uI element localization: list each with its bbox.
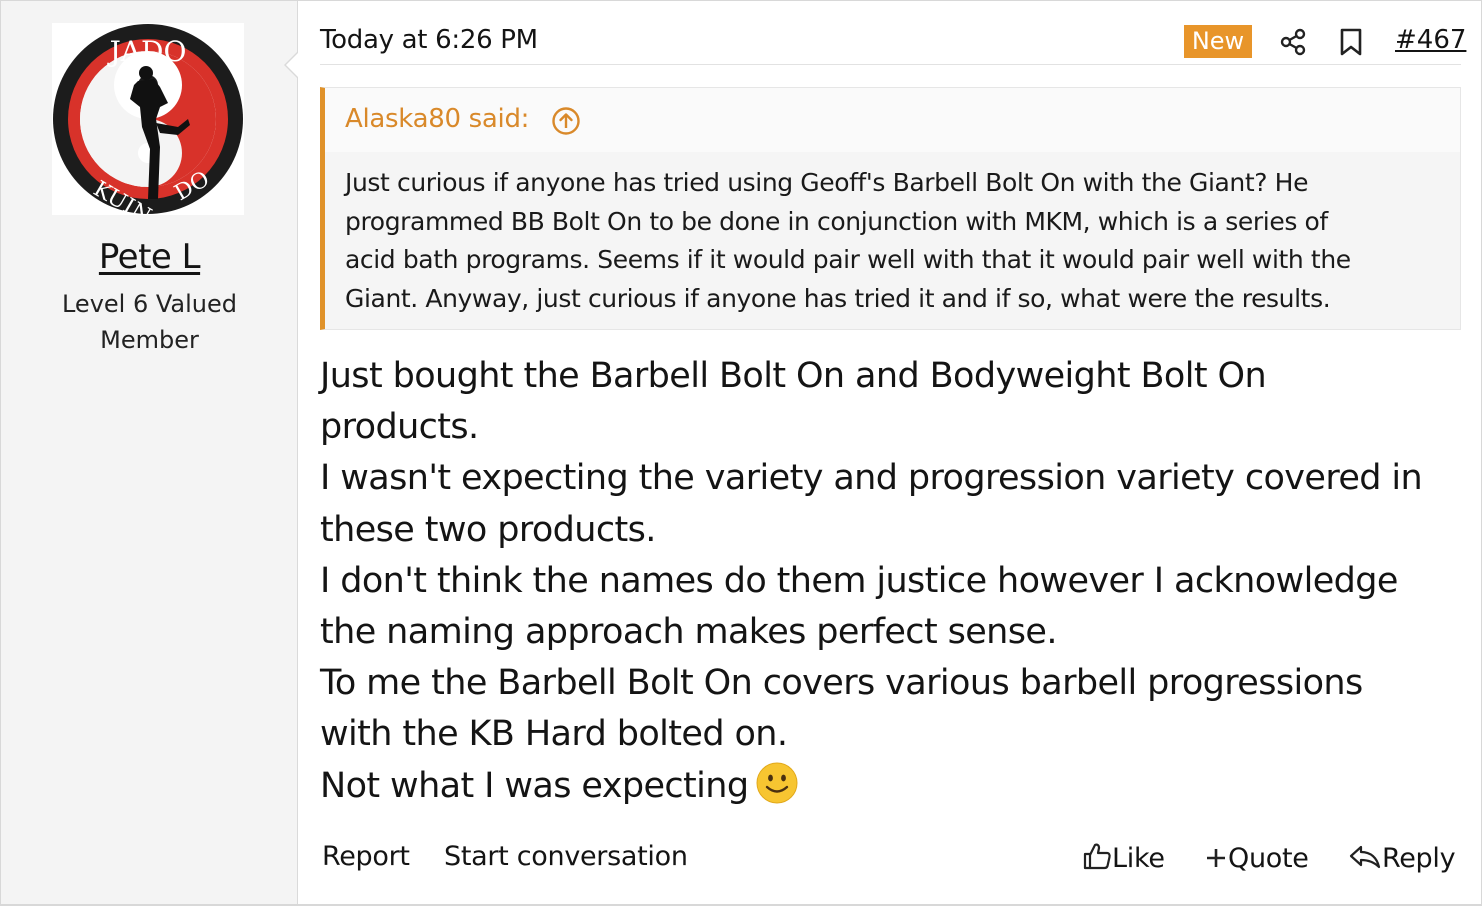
quote-block: Alaska80 said: Just curious if anyone ha… [320, 87, 1461, 330]
user-title: Level 6 Valued Member [41, 286, 258, 358]
message-last-line: Not what I was expecting [320, 761, 1470, 812]
smile-emoji-icon [756, 762, 798, 804]
message-line: the naming approach makes perfect sense. [320, 612, 1057, 653]
like-button[interactable]: Like [1082, 841, 1165, 874]
quote-line: Just curious if anyone has tried using G… [345, 168, 1309, 197]
quote-line: programmed BB Bolt On to be done in conj… [345, 206, 1328, 236]
quote-body: Just curious if anyone has tried using G… [345, 164, 1445, 318]
message-body: Just bought the Barbell Bolt On and Body… [320, 351, 1470, 812]
user-title-line-1: Level 6 Valued [61, 290, 238, 318]
avatar[interactable]: JADO KUIN DO [52, 23, 244, 215]
bookmark-icon[interactable] [1338, 27, 1364, 57]
username-link[interactable]: Pete L [1, 237, 298, 277]
forum-post: JADO KUIN DO Pete L Level 6 Valued Membe… [0, 0, 1482, 906]
message-line: these two products. [320, 509, 656, 550]
user-title-line-2: Member [100, 326, 199, 354]
post-meta-bar: Today at 6:26 PM New #467 [320, 23, 1466, 65]
quote-author-link[interactable]: Alaska80 said: [345, 104, 529, 134]
quote-line: acid bath programs. Seems if it would pa… [345, 245, 1351, 274]
message-line: To me the Barbell Bolt On covers various… [320, 663, 1363, 704]
reply-button[interactable]: Reply [1348, 841, 1456, 874]
post-timestamp[interactable]: Today at 6:26 PM [320, 25, 538, 55]
avatar-logo-icon: JADO KUIN DO [52, 23, 244, 215]
message-line: I wasn't expecting the variety and progr… [320, 458, 1423, 499]
thumbs-up-icon [1083, 843, 1111, 870]
user-column: JADO KUIN DO Pete L Level 6 Valued Membe… [1, 1, 298, 904]
arrow-up-circle-icon[interactable] [551, 106, 581, 136]
report-link[interactable]: Report [322, 841, 410, 872]
like-label: Like [1112, 843, 1165, 874]
share-icon[interactable] [1278, 27, 1308, 57]
avatar-top-text: JADO [107, 35, 187, 68]
quote-label: Quote [1228, 843, 1309, 874]
post-actions: Report Start conversation Like Quote Rep… [320, 841, 1461, 881]
reply-label: Reply [1382, 843, 1456, 874]
post-number-link[interactable]: #467 [1395, 25, 1466, 55]
start-conversation-link[interactable]: Start conversation [444, 841, 688, 872]
reply-icon [1349, 845, 1381, 869]
post-arrow-inner [286, 52, 299, 78]
plus-icon [1207, 849, 1225, 867]
quote-button[interactable]: Quote [1204, 841, 1309, 874]
new-badge: New [1184, 25, 1252, 58]
message-line: Just bought the Barbell Bolt On and Body… [320, 356, 1267, 396]
message-line: Not what I was expecting [320, 765, 749, 806]
quote-line: Giant. Anyway, just curious if anyone ha… [345, 283, 1331, 313]
message-line: products. [320, 407, 479, 448]
message-line: I don't think the names do them justice … [320, 560, 1398, 601]
message-line: with the KB Hard bolted on. [320, 714, 788, 755]
